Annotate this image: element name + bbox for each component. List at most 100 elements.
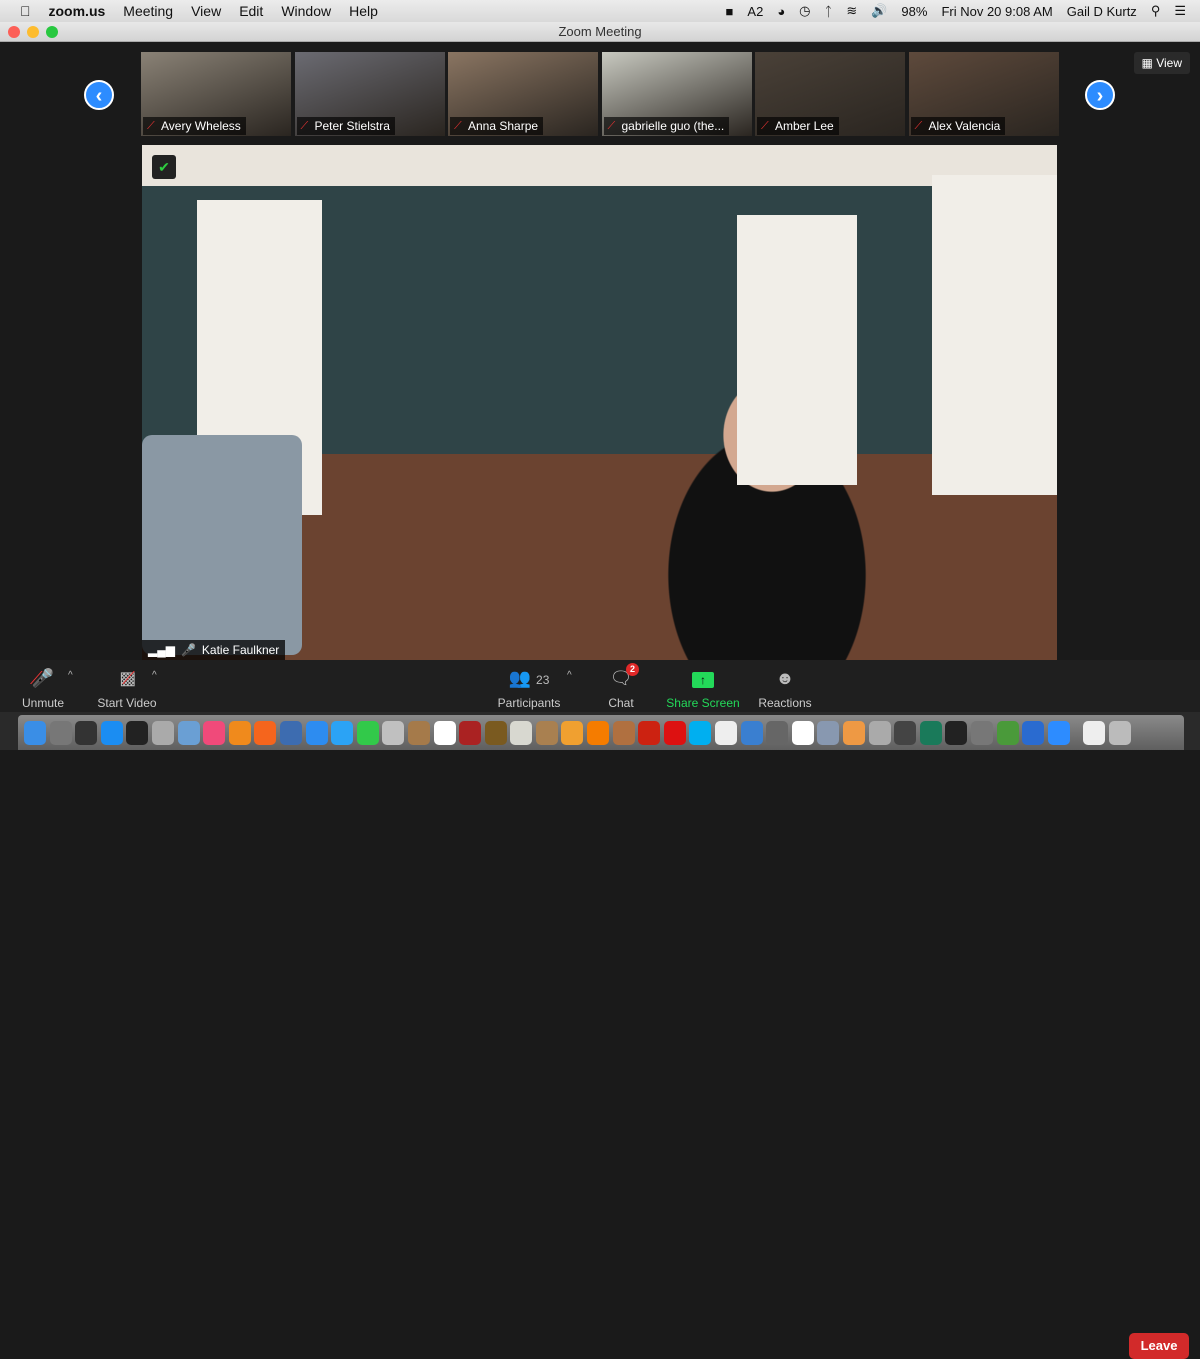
participant-name-text: Anna Sharpe bbox=[468, 119, 539, 133]
unmute-button[interactable]: 🎤 ⟋ Unmute bbox=[18, 666, 68, 710]
participant-name-text: Peter Stielstra bbox=[314, 119, 390, 133]
clock[interactable]: Fri Nov 20 9:08 AM bbox=[941, 4, 1052, 19]
notification-center-icon[interactable]: ☰ bbox=[1174, 3, 1186, 19]
battery-status[interactable]: 98% bbox=[901, 4, 927, 19]
skype-icon[interactable] bbox=[689, 720, 712, 745]
zoom-status-icon[interactable]: ■ bbox=[726, 4, 734, 19]
user-name[interactable]: Gail D Kurtz bbox=[1067, 4, 1137, 19]
time-machine-icon[interactable] bbox=[919, 720, 942, 745]
adobe-icon[interactable]: A2 bbox=[747, 4, 763, 19]
meeting-stage: ‹ › ⟋ Avery Wheless ⟋ Peter Stielstra ⟋ Anna … bbox=[0, 42, 1200, 660]
participants-options-caret[interactable]: ^ bbox=[567, 670, 572, 681]
menu-edit[interactable]: Edit bbox=[239, 3, 263, 19]
menu-window[interactable]: Window bbox=[281, 3, 331, 19]
view-label: View bbox=[1156, 56, 1182, 70]
minimize-button[interactable] bbox=[27, 26, 39, 38]
participant-tile[interactable]: ⟋ gabrielle guo (the... bbox=[601, 52, 752, 136]
video-options-caret[interactable]: ^ bbox=[152, 670, 157, 681]
safari-icon[interactable] bbox=[305, 720, 328, 745]
next-page-button[interactable]: › bbox=[1085, 80, 1115, 110]
volume-icon[interactable]: 🔊 bbox=[871, 3, 887, 19]
vlc-icon[interactable] bbox=[587, 720, 610, 745]
time-machine-icon[interactable]: ◷ bbox=[799, 3, 810, 19]
participant-tile[interactable]: ⟋ Peter Stielstra bbox=[294, 52, 445, 136]
scroll-icon[interactable] bbox=[407, 720, 430, 745]
calculator-icon[interactable] bbox=[766, 720, 789, 745]
participants-button[interactable]: 👥 23 Participants bbox=[493, 666, 565, 710]
launchpad-icon[interactable] bbox=[49, 720, 72, 745]
menu-help[interactable]: Help bbox=[349, 3, 378, 19]
participants-icon-wrap: 👥 23 bbox=[493, 666, 565, 690]
participant-tile[interactable]: ⟋ Avery Wheless bbox=[141, 52, 291, 136]
speaker-name: Katie Faulkner bbox=[201, 643, 280, 657]
activity-monitor-icon[interactable] bbox=[945, 720, 968, 745]
chat-badge: 2 bbox=[626, 663, 639, 676]
bluetooth-icon[interactable]: ᛏ bbox=[825, 4, 833, 19]
onedrive-icon[interactable] bbox=[1022, 720, 1045, 745]
participant-tile[interactable]: ⟋ Amber Lee bbox=[755, 52, 905, 136]
jester-icon[interactable] bbox=[484, 720, 507, 745]
zoom-icon[interactable] bbox=[1047, 720, 1070, 745]
notes-icon[interactable] bbox=[535, 720, 558, 745]
itunes-icon[interactable] bbox=[203, 720, 226, 745]
finder-icon[interactable] bbox=[24, 720, 46, 745]
prev-page-button[interactable]: ‹ bbox=[84, 80, 114, 110]
participant-name: ⟋ Avery Wheless bbox=[143, 117, 246, 135]
audio-options-caret[interactable]: ^ bbox=[68, 670, 73, 681]
firefox-icon[interactable] bbox=[254, 720, 277, 745]
share-screen-button[interactable]: ↑ Share Screen bbox=[663, 666, 743, 710]
stickies-icon[interactable] bbox=[510, 720, 533, 745]
wifi-icon[interactable]: ≋ bbox=[846, 3, 857, 19]
messages-icon[interactable] bbox=[331, 720, 354, 745]
app-store-icon[interactable] bbox=[100, 720, 123, 745]
mic-icon: 🎤 bbox=[180, 643, 196, 657]
preview-icon[interactable] bbox=[177, 720, 200, 745]
reactions-button[interactable]: ☻ Reactions bbox=[756, 666, 814, 710]
pdf-tool-icon[interactable] bbox=[868, 720, 891, 745]
leave-button[interactable]: Leave bbox=[1129, 1333, 1189, 1359]
muted-mic-icon: ⟋ bbox=[761, 120, 769, 132]
picasa-icon[interactable] bbox=[843, 720, 865, 745]
window-right bbox=[932, 175, 1057, 495]
signal-icon: ▂▄▆ bbox=[148, 643, 175, 657]
security-shield-icon[interactable]: ✔ bbox=[152, 155, 176, 179]
participants-icon: 👥 bbox=[508, 668, 532, 688]
muted-mic-icon: ⟋ bbox=[454, 120, 462, 132]
start-video-label: Start Video bbox=[97, 696, 157, 710]
textedit-icon[interactable] bbox=[715, 720, 738, 745]
participant-tile[interactable]: ⟋ Anna Sharpe bbox=[448, 52, 598, 136]
mission-control-icon[interactable] bbox=[75, 720, 98, 745]
menu-app[interactable]: zoom.us bbox=[49, 3, 106, 19]
guitar-icon[interactable] bbox=[612, 720, 635, 745]
system-preferences-icon[interactable] bbox=[970, 720, 993, 745]
word-icon[interactable] bbox=[382, 720, 405, 745]
dashboard-icon[interactable] bbox=[126, 720, 149, 745]
view-button[interactable]: ▦ View bbox=[1133, 52, 1190, 74]
preview-2-icon[interactable] bbox=[817, 720, 840, 745]
close-button[interactable] bbox=[8, 26, 20, 38]
pages-icon[interactable] bbox=[279, 720, 302, 745]
participant-tile[interactable]: ⟋ Alex Valencia bbox=[908, 52, 1059, 136]
search-icon[interactable]: ⚲ bbox=[1151, 3, 1161, 19]
facetime-icon[interactable] bbox=[356, 720, 379, 745]
menu-meeting[interactable]: Meeting bbox=[123, 3, 173, 19]
trash-icon[interactable] bbox=[1108, 720, 1131, 745]
participant-count: 23 bbox=[536, 673, 550, 687]
calendar-icon[interactable] bbox=[791, 720, 814, 745]
chrome-icon[interactable] bbox=[433, 720, 456, 745]
excel-icon[interactable] bbox=[996, 720, 1019, 745]
star-icon[interactable] bbox=[894, 720, 917, 745]
system-info-icon[interactable] bbox=[151, 720, 174, 745]
menu-view[interactable]: View bbox=[191, 3, 221, 19]
chat-label: Chat bbox=[608, 696, 634, 710]
ibooks-icon[interactable] bbox=[228, 720, 251, 745]
maximize-button[interactable] bbox=[46, 26, 58, 38]
photo-booth-icon[interactable] bbox=[459, 720, 482, 745]
photos-icon[interactable] bbox=[561, 720, 584, 745]
pen-icon[interactable] bbox=[740, 720, 763, 745]
globe-icon[interactable]: ◕ bbox=[777, 4, 785, 19]
apple-icon[interactable]:  bbox=[20, 3, 31, 19]
quicken-icon[interactable] bbox=[638, 720, 661, 745]
document-icon[interactable] bbox=[1083, 720, 1106, 745]
acrobat-icon[interactable] bbox=[663, 720, 686, 745]
